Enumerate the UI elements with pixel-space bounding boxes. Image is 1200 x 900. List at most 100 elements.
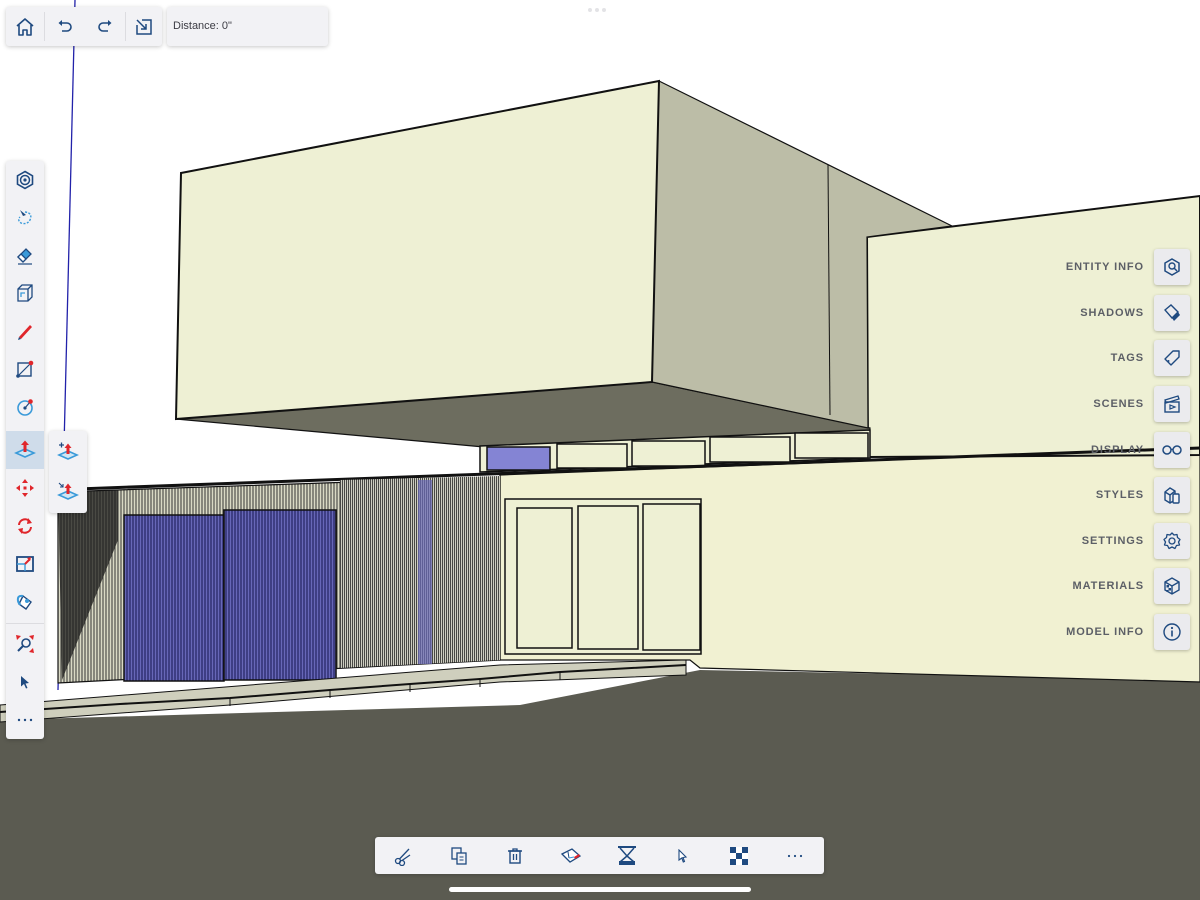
panel-label: ENTITY INFO xyxy=(1065,261,1144,273)
panel-label: TAGS xyxy=(1110,352,1144,364)
bottom-toolbar xyxy=(375,837,824,874)
select-arrow-icon xyxy=(21,676,29,689)
paint-bucket-icon xyxy=(16,594,32,610)
tool-orbit[interactable] xyxy=(6,161,44,198)
drag-handle[interactable] xyxy=(588,8,606,12)
hide-icon xyxy=(618,845,636,865)
tool-push-pull-add[interactable] xyxy=(49,433,87,471)
tool-move[interactable] xyxy=(6,469,44,507)
rotate-icon xyxy=(18,518,32,534)
styles-icon xyxy=(1164,487,1180,504)
zoom-icon xyxy=(16,635,34,653)
copy-button[interactable] xyxy=(439,837,479,874)
panel-styles[interactable]: STYLES xyxy=(1096,477,1190,513)
tool-push-pull[interactable] xyxy=(6,431,44,469)
tool-lasso-select[interactable] xyxy=(6,198,44,236)
top-toolbar xyxy=(6,7,162,46)
push-pull-stretch-icon xyxy=(57,482,79,500)
distance-label: Distance: 0" xyxy=(173,20,232,32)
push-pull-flyout xyxy=(49,431,87,513)
tool-zoom[interactable] xyxy=(6,625,44,663)
tool-rotate[interactable] xyxy=(6,507,44,545)
move-icon xyxy=(16,479,34,497)
pencil-icon xyxy=(18,325,32,340)
garage-door-right xyxy=(223,509,337,681)
tool-eraser[interactable] xyxy=(6,236,44,274)
push-pull-add-icon xyxy=(57,442,79,460)
scenes-icon xyxy=(1164,395,1180,413)
garage-door-left xyxy=(123,514,225,682)
redo-icon xyxy=(98,19,112,32)
panel-entity-info[interactable]: ENTITY INFO xyxy=(1066,249,1190,285)
make-component-button[interactable] xyxy=(551,837,591,874)
zoom-extents-button[interactable] xyxy=(126,7,162,46)
tool-paint-bucket[interactable] xyxy=(6,583,44,621)
select-button[interactable] xyxy=(663,837,703,874)
push-pull-icon xyxy=(14,440,36,458)
undo-icon xyxy=(58,19,72,32)
delete-button[interactable] xyxy=(495,837,535,874)
more-icon xyxy=(17,718,33,722)
materials-button[interactable] xyxy=(719,837,759,874)
tool-push-pull-stretch[interactable] xyxy=(49,473,87,511)
panel-tags[interactable]: TAGS xyxy=(1111,340,1190,376)
tool-more[interactable] xyxy=(6,701,44,739)
circle-icon xyxy=(17,399,33,416)
cut-button[interactable] xyxy=(383,837,423,874)
orbit-icon xyxy=(16,170,34,189)
blue-strip xyxy=(418,480,432,664)
panel-label: MODEL INFO xyxy=(1066,626,1144,638)
component-icon xyxy=(560,847,582,863)
cursor-icon xyxy=(678,848,688,863)
tool-rectangle[interactable] xyxy=(6,350,44,388)
panel-model-info[interactable]: MODEL INFO xyxy=(1066,614,1190,650)
tool-pencil[interactable] xyxy=(6,312,44,350)
tool-offset[interactable] xyxy=(6,545,44,583)
panel-label: STYLES xyxy=(1095,489,1144,501)
copy-icon xyxy=(451,846,467,865)
panel-settings[interactable]: SETTINGS xyxy=(1082,523,1190,559)
hide-button[interactable] xyxy=(607,837,647,874)
shadows-icon xyxy=(1164,304,1180,321)
more-button[interactable] xyxy=(775,837,815,874)
clerestory-window xyxy=(631,440,706,467)
gear-icon xyxy=(1163,532,1181,550)
home-indicator[interactable] xyxy=(449,887,751,892)
panel-materials[interactable]: MATERIALS xyxy=(1073,568,1190,604)
info-icon xyxy=(1163,623,1181,641)
glasses-icon xyxy=(1162,445,1182,455)
left-toolbar xyxy=(6,161,44,739)
zoom-extents-icon xyxy=(136,18,152,35)
more-icon xyxy=(787,854,803,857)
panel-label: MATERIALS xyxy=(1072,580,1144,592)
offset-icon xyxy=(16,556,34,572)
home-button[interactable] xyxy=(6,7,44,46)
tag-icon xyxy=(1164,350,1180,366)
panel-label: SETTINGS xyxy=(1081,535,1144,547)
materials-icon xyxy=(1164,577,1180,595)
panel-display[interactable]: DISPLAY xyxy=(1091,432,1190,468)
home-icon xyxy=(16,17,34,36)
panel-label: SCENES xyxy=(1093,398,1144,410)
panel-label: SHADOWS xyxy=(1080,307,1144,319)
entity-info-icon xyxy=(1164,258,1180,276)
redo-button[interactable] xyxy=(86,7,124,46)
rectangle-icon xyxy=(16,360,34,378)
window-pane xyxy=(642,503,701,651)
undo-button[interactable] xyxy=(46,7,84,46)
window-pane xyxy=(577,505,639,650)
panel-scenes[interactable]: SCENES xyxy=(1093,386,1190,422)
model-viewport[interactable] xyxy=(0,0,1200,900)
clerestory-window xyxy=(709,436,791,463)
tool-section-plane[interactable] xyxy=(6,274,44,312)
panel-shadows[interactable]: SHADOWS xyxy=(1080,295,1190,331)
scissors-icon xyxy=(394,848,411,866)
trash-icon xyxy=(508,847,522,864)
eraser-icon xyxy=(17,248,32,265)
tool-select[interactable] xyxy=(6,663,44,701)
clerestory-glass-blue xyxy=(486,446,551,471)
checker-icon xyxy=(730,846,748,865)
clerestory-window xyxy=(794,432,869,459)
lasso-select-icon xyxy=(18,210,32,225)
tool-circle[interactable] xyxy=(6,388,44,426)
